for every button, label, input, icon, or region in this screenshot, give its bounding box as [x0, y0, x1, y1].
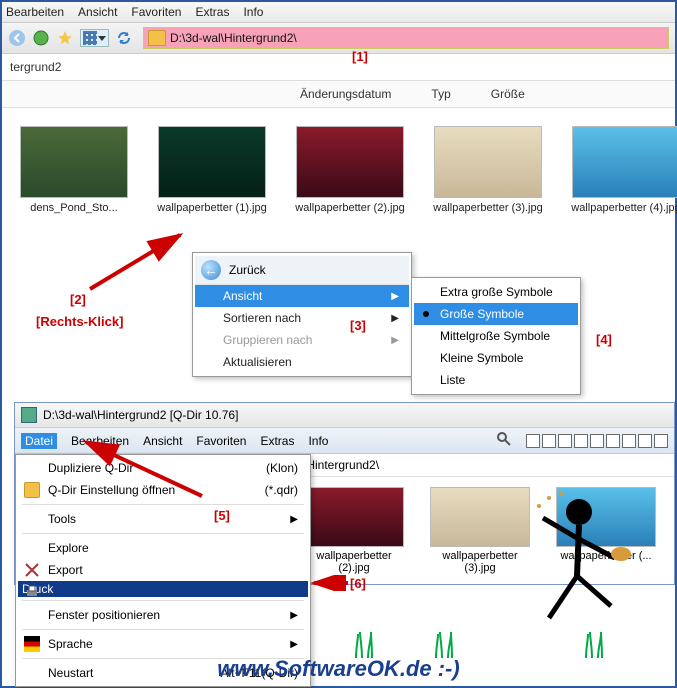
globe-icon[interactable] [32, 29, 50, 47]
footer-url: www.SoftwareOK.de :-) [2, 656, 675, 682]
file-thumb[interactable]: wallpaperbetter (2).jpg [304, 487, 404, 574]
col-name[interactable] [10, 87, 260, 101]
nav-back-icon[interactable] [8, 29, 26, 47]
view-large[interactable]: Große Symbole [414, 303, 578, 325]
qdir-title-text: D:\3d-wal\Hintergrund2 [Q-Dir 10.76] [43, 408, 238, 422]
stickman-icon [519, 488, 639, 638]
flag-icon [24, 636, 40, 652]
qdir-tab-label[interactable]: \Hintergrund2\ [303, 458, 379, 472]
qmenu-extras[interactable]: Extras [260, 434, 294, 448]
refresh-icon[interactable] [115, 29, 133, 47]
file-caption: wallpaperbetter (4).jpg [571, 202, 677, 214]
export-icon [24, 562, 40, 578]
fm-explore[interactable]: Explore [18, 537, 308, 559]
fm-position-window[interactable]: Fenster positionieren▶ [18, 604, 308, 626]
red-arrow-icon [310, 575, 350, 591]
back-arrow-icon: ← [201, 260, 221, 280]
file-thumb[interactable]: wallpaperbetter (3).jpg [434, 126, 542, 214]
column-headers: Änderungsdatum Typ Größe [2, 81, 675, 108]
view-mode-dropdown[interactable] [80, 29, 109, 47]
menu-extras[interactable]: Extras [195, 5, 229, 19]
anno-2b: [Rechts-Klick] [36, 314, 123, 329]
folder-icon [148, 30, 166, 46]
menu-favoriten[interactable]: Favoriten [131, 5, 181, 19]
col-date[interactable]: Änderungsdatum [300, 87, 391, 101]
anno-3: [3] [350, 318, 366, 333]
context-back[interactable]: ← Zurück [195, 256, 409, 285]
star-icon[interactable] [56, 29, 74, 47]
caret-icon [98, 36, 106, 41]
menu-bearbeiten[interactable]: Bearbeiten [6, 5, 64, 19]
context-back-label: Zurück [229, 263, 266, 277]
grass-icon [582, 628, 606, 658]
grass-icon [352, 628, 376, 658]
address-path: D:\3d-wal\Hintergrund2\ [170, 31, 297, 45]
file-caption: wallpaperbetter (1).jpg [157, 202, 266, 214]
ctx-sortieren[interactable]: Sortieren nach▶ [195, 307, 409, 329]
red-arrow-icon [82, 227, 192, 297]
fm-print[interactable]: Druck [18, 581, 308, 597]
folder-icon [24, 482, 40, 498]
explorer-menubar: Bearbeiten Ansicht Favoriten Extras Info [2, 2, 675, 23]
radio-dot-icon [423, 311, 429, 317]
qdir-titlebar: D:\3d-wal\Hintergrund2 [Q-Dir 10.76] [15, 403, 674, 428]
grass-icon [432, 628, 456, 658]
file-thumb[interactable]: wallpaperbetter (1).jpg [158, 126, 266, 214]
address-bar[interactable]: D:\3d-wal\Hintergrund2\ [143, 27, 669, 49]
file-thumb[interactable]: dens_Pond_Sto... [20, 126, 128, 214]
anno-1: [1] [352, 49, 368, 64]
view-submenu: Extra große Symbole Große Symbole Mittel… [411, 277, 581, 395]
col-type[interactable]: Typ [431, 87, 450, 101]
menu-info[interactable]: Info [243, 5, 263, 19]
layout-buttons[interactable] [526, 434, 668, 448]
anno-6: [6] [350, 576, 366, 591]
fm-language[interactable]: Sprache▶ [18, 633, 308, 655]
menu-ansicht[interactable]: Ansicht [78, 5, 117, 19]
red-arrow-icon [72, 434, 212, 504]
file-thumb[interactable]: wallpaperbetter (3).jpg [430, 487, 530, 574]
ctx-aktualisieren[interactable]: Aktualisieren [195, 351, 409, 373]
anno-4: [4] [596, 332, 612, 347]
file-thumb[interactable]: wallpaperbetter (4).jpg [572, 126, 677, 214]
breadcrumb[interactable]: tergrund2 [2, 54, 675, 81]
qdir-logo-icon [21, 407, 37, 423]
grid-icon [83, 31, 97, 45]
ctx-ansicht[interactable]: Ansicht▶ [195, 285, 409, 307]
col-size[interactable]: Größe [491, 87, 525, 101]
file-caption: wallpaperbetter (3).jpg [433, 202, 542, 214]
context-menu: ← Zurück Ansicht▶ Sortieren nach▶ Gruppi… [192, 252, 412, 377]
anno-5: [5] [214, 508, 230, 523]
magnifier-icon[interactable] [496, 431, 512, 450]
file-caption: wallpaperbetter (2).jpg [295, 202, 404, 214]
thumbnail-row: dens_Pond_Sto... wallpaperbetter (1).jpg… [2, 108, 675, 218]
view-medium[interactable]: Mittelgroße Symbole [414, 325, 578, 347]
fm-export[interactable]: Export [18, 559, 308, 581]
qmenu-datei[interactable]: Datei [21, 433, 57, 449]
qmenu-info[interactable]: Info [308, 434, 328, 448]
view-list[interactable]: Liste [414, 369, 578, 391]
file-caption: dens_Pond_Sto... [30, 202, 117, 214]
file-thumb[interactable]: wallpaperbetter (2).jpg [296, 126, 404, 214]
view-extra-large[interactable]: Extra große Symbole [414, 281, 578, 303]
print-icon [24, 584, 40, 600]
fm-tools[interactable]: Tools▶ [18, 508, 308, 530]
explorer-toolbar: D:\3d-wal\Hintergrund2\ [2, 23, 675, 54]
ctx-gruppieren: Gruppieren nach▶ [195, 329, 409, 351]
view-small[interactable]: Kleine Symbole [414, 347, 578, 369]
